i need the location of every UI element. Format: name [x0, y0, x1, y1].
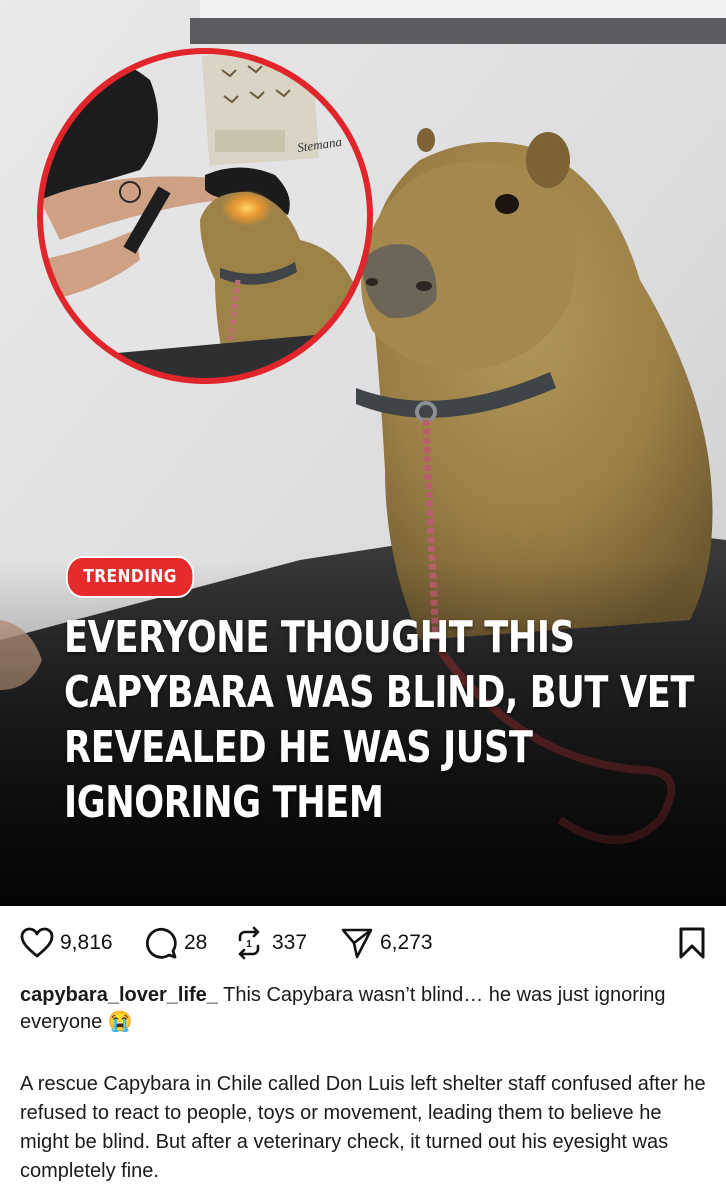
repost-count: 337 — [272, 931, 308, 954]
headline-line: CAPYBARA WAS BLIND, BUT VET — [64, 667, 694, 718]
save-button[interactable] — [678, 926, 706, 965]
post-description: A rescue Capybara in Chile called Don Lu… — [20, 1073, 706, 1182]
headline-line: REVEALED HE WAS JUST — [64, 722, 533, 773]
username-link[interactable]: capybara_lover_life_ — [20, 984, 218, 1006]
repost-button[interactable]: 1 337 — [232, 918, 307, 968]
post-image[interactable]: Stemana TRENDING EVERYONE THOUGHT THIS C… — [0, 0, 726, 906]
like-count: 9,816 — [60, 931, 113, 954]
comment-bubble-icon — [145, 927, 177, 959]
heart-icon — [20, 927, 54, 958]
headline: EVERYONE THOUGHT THIS CAPYBARA WAS BLIND… — [64, 610, 694, 830]
bookmark-icon — [679, 927, 705, 959]
action-bar: 9,816 28 1 337 6,273 — [0, 918, 726, 968]
headline-line: IGNORING THEM — [64, 777, 384, 828]
send-icon — [341, 928, 373, 959]
crying-emoji-icon: 😭 — [107, 1011, 133, 1033]
headline-line: EVERYONE THOUGHT THIS — [64, 612, 575, 663]
comment-button[interactable]: 28 — [144, 918, 207, 968]
like-button[interactable]: 9,816 — [20, 918, 113, 968]
trending-badge: TRENDING — [66, 556, 195, 598]
post-caption: capybara_lover_life_ This Capybara wasn’… — [20, 982, 710, 1036]
share-count: 6,273 — [380, 931, 433, 954]
repost-icon: 1 — [238, 926, 260, 960]
comment-count: 28 — [184, 931, 208, 954]
share-button[interactable]: 6,273 — [340, 918, 433, 968]
svg-text:1: 1 — [246, 939, 252, 950]
